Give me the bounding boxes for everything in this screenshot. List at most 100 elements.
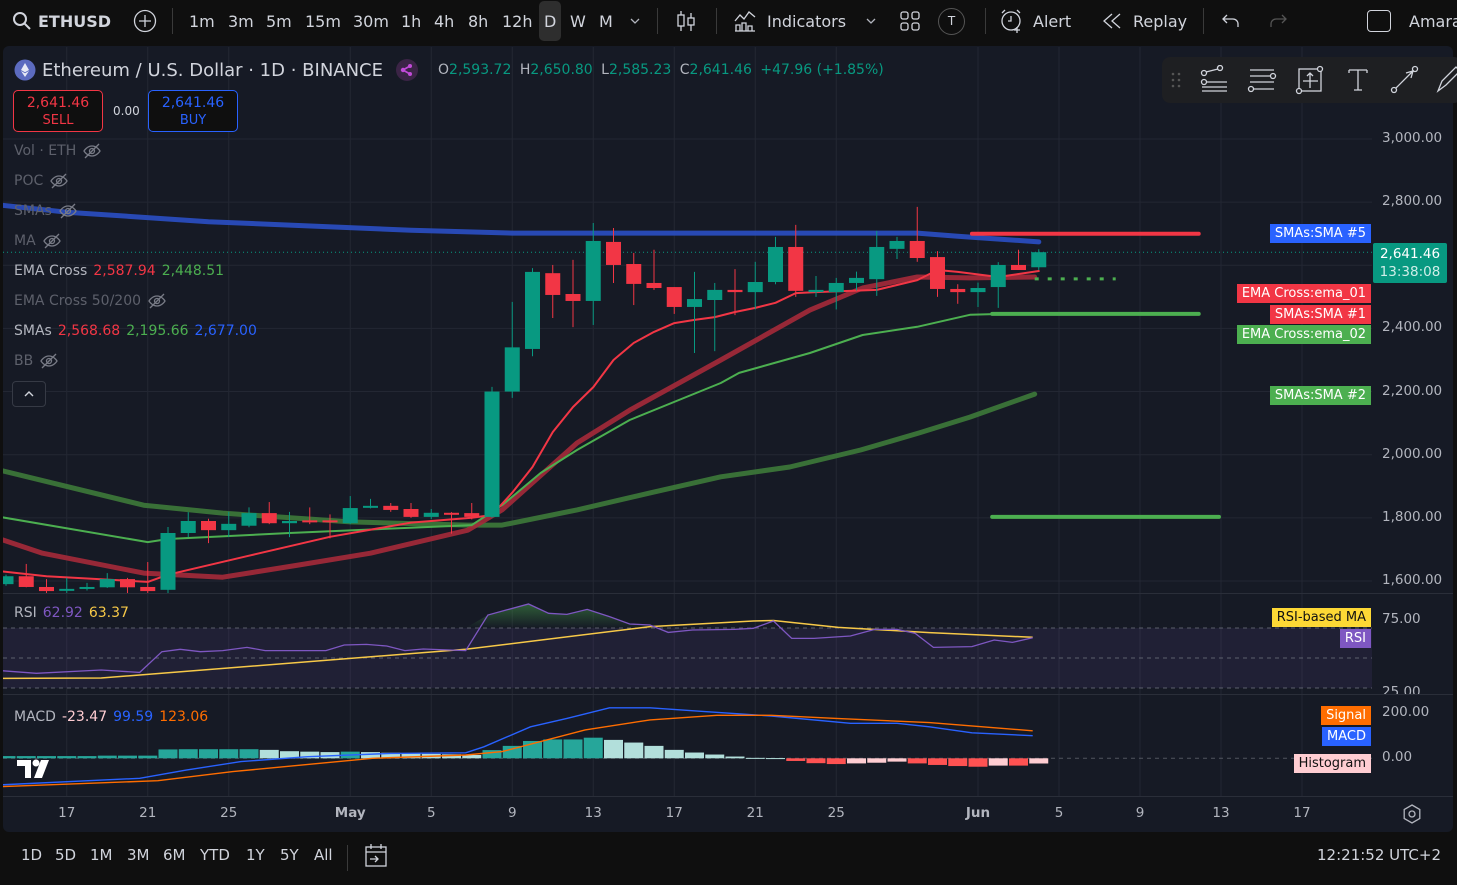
rsi-overbought-fill [465,604,693,628]
sma1-tag: SMAs:SMA #1 [1269,305,1371,324]
ema01-tag: EMA Cross:ema_01 [1236,284,1371,303]
chart-settings-button[interactable] [1402,804,1422,828]
symbol-legend[interactable]: Ethereum / U.S. Dollar · 1D · BINANCE [14,59,383,81]
buy-label: BUY [179,113,207,128]
bar-countdown: 13:38:08 [1379,264,1441,280]
range-ytd[interactable]: YTD [200,846,230,864]
sma2-tag: SMAs:SMA #2 [1269,386,1371,405]
candle-body [849,277,864,283]
price-axis-label: 2,000.00 [1382,446,1443,462]
text-tool-icon[interactable] [1342,65,1374,95]
legend-volume[interactable]: Vol · ETH [14,143,102,159]
histogram-tag: Histogram [1293,754,1371,773]
histogram-bar [1009,758,1028,766]
bottom-toolbar: 1D 5D 1M 3M 6M YTD 1Y 5Y All 12:21:52 UT… [0,836,1457,885]
clock-timezone[interactable]: 12:21:52 UTC+2 [1317,846,1441,864]
eye-off-icon[interactable] [82,143,102,159]
sell-button[interactable]: 2,641.46 SELL [13,90,103,132]
eye-off-icon[interactable] [39,353,59,369]
range-6m[interactable]: 6M [163,846,186,864]
candle-body [140,586,156,592]
sell-price: 2,641.46 [26,95,90,111]
time-axis-label: 17 [665,805,683,821]
ema02-value: 2,448.51 [161,263,225,279]
horizontal-lines-icon[interactable] [1246,65,1278,95]
gear-icon [1403,804,1421,824]
eye-off-icon[interactable] [49,173,69,189]
legend-rsi[interactable]: RSI 62.92 63.37 [14,605,129,621]
brush-icon[interactable] [1434,65,1457,95]
low-label: L [601,62,609,78]
range-5y[interactable]: 5Y [280,846,299,864]
legend-smas-hidden[interactable]: SMAs [14,203,78,219]
candle-body [808,289,824,293]
candle-body [302,520,318,523]
range-1d[interactable]: 1D [21,846,42,864]
candle-body [282,520,297,524]
drawing-toolbar [1162,57,1457,103]
price-axis-label: 3,000.00 [1382,130,1443,146]
time-axis-label: 5 [426,805,436,821]
histogram-bar [867,758,887,763]
tradingview-logo-icon[interactable] [17,758,57,780]
change-value: +47.96 (+1.85%) [760,62,884,78]
indicator-label: EMA Cross 50/200 [14,293,142,309]
histogram-bar [97,755,117,759]
arrow-line-icon[interactable] [1389,65,1421,95]
candle-body [646,282,662,289]
histogram-bar [725,756,745,759]
range-1y[interactable]: 1Y [246,846,265,864]
candle-body [363,505,378,508]
legend-bb[interactable]: BB [14,353,59,369]
time-axis-label: 9 [1135,805,1145,821]
candle-body [545,273,561,295]
histogram-bar [199,749,218,759]
legend-smas[interactable]: SMAs 2,568.68 2,195.66 2,677.00 [14,323,257,339]
time-axis-label: 5 [1054,805,1064,821]
collapse-legend-button[interactable] [12,381,46,407]
fib-retracement-icon[interactable] [1198,65,1230,95]
histogram-bar [685,752,704,759]
candle-body [18,576,34,587]
candle-body [687,299,702,307]
data-source-button[interactable] [396,59,418,85]
histogram-bar [604,739,623,759]
histogram-bar [664,749,684,759]
legend-macd[interactable]: MACD -23.47 99.59 123.06 [14,709,208,725]
indicator-label: MACD [14,709,56,725]
candle-body [606,241,621,265]
drag-handle-icon[interactable] [1168,65,1184,95]
chart-canvas[interactable] [0,0,1457,885]
histogram-bar [239,749,259,759]
go-to-date-button[interactable] [364,843,388,873]
candle-body [201,520,216,531]
candle-body [261,513,277,524]
rsi-pane [3,603,1372,689]
eye-off-icon[interactable] [42,233,62,249]
measure-icon[interactable] [1294,65,1326,95]
range-5d[interactable]: 5D [55,846,76,864]
legend-ema-cross-50-200[interactable]: EMA Cross 50/200 [14,293,167,309]
legend-ema-cross[interactable]: EMA Cross 2,587.94 2,448.51 [14,263,224,279]
legend-ma[interactable]: MA [14,233,62,249]
open-value: 2,593.72 [449,62,512,78]
candle-body [747,282,763,293]
ema02-tag: EMA Cross:ema_02 [1236,325,1371,344]
candle-body [525,271,540,349]
macd-axis-label: 0.00 [1382,749,1413,765]
histogram-bar [826,758,846,765]
open-label: O [438,62,450,78]
eye-off-icon[interactable] [147,293,167,309]
candle-body [970,288,986,293]
eye-off-icon[interactable] [58,203,78,219]
range-3m[interactable]: 3M [127,846,150,864]
buy-button[interactable]: 2,641.46 BUY [148,90,238,132]
range-all[interactable]: All [314,846,333,864]
histogram-bar [118,755,137,759]
candle-body [585,240,601,301]
legend-poc[interactable]: POC [14,173,69,189]
ema01-value: 2,587.94 [93,263,156,279]
range-1m[interactable]: 1M [90,846,113,864]
histogram-bar [57,756,77,759]
rsi-tag: RSI [1339,629,1371,648]
